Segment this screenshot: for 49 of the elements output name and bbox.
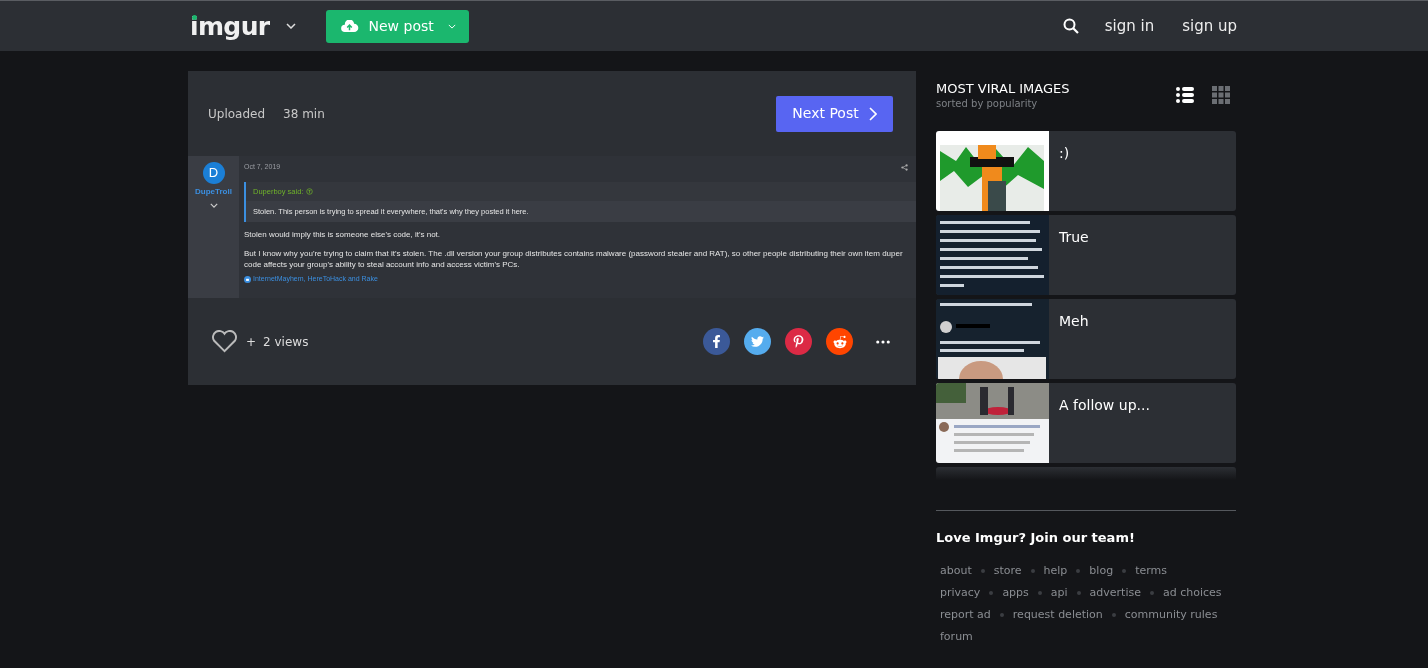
uploaded-label: Uploaded	[208, 105, 266, 123]
author-name: DupeTroll	[195, 186, 232, 198]
sign-up-link[interactable]: sign up	[1182, 14, 1237, 38]
grid-view-icon[interactable]	[1212, 86, 1230, 104]
footer-link[interactable]: about	[940, 562, 972, 579]
pinterest-icon[interactable]	[785, 328, 812, 355]
caret-icon[interactable]	[285, 23, 296, 29]
footer-link[interactable]: report ad	[940, 606, 991, 623]
sign-in-link[interactable]: sign in	[1104, 14, 1155, 38]
facebook-icon[interactable]	[703, 328, 730, 355]
footer-link[interactable]: apps	[1002, 584, 1029, 601]
footer-link[interactable]: forum	[940, 628, 973, 645]
viral-image-card[interactable]: A follow up...	[936, 383, 1236, 463]
join-team-heading[interactable]: Love Imgur? Join our team!	[936, 528, 1236, 548]
caret-icon	[209, 203, 218, 208]
post-paragraph: Stolen would imply this is someone else's code, it's not.	[244, 229, 442, 240]
footer-link[interactable]: api	[1050, 584, 1068, 601]
next-post-button[interactable]: Next Post	[776, 95, 893, 132]
viral-image-card[interactable]: True	[936, 215, 1236, 295]
post-paragraph: But I know why you're trying to claim that it's stolen. The .dll version your group distributes contains malware (password stealer and RAT), so other people distributing their own item duper code affects your group's ability to steal account info and access victim's PCs.	[244, 248, 904, 270]
footer-link[interactable]: terms	[1135, 562, 1167, 579]
viral-image-card[interactable]: Meh	[936, 299, 1236, 379]
footer-link[interactable]: blog	[1089, 562, 1114, 579]
chevron-right-icon	[868, 106, 877, 121]
footer-link[interactable]: privacy	[940, 584, 981, 601]
footer-link[interactable]: advertise	[1089, 584, 1141, 601]
upload-time: 38 min	[283, 105, 325, 123]
caret-icon	[447, 23, 456, 29]
twitter-icon[interactable]	[744, 328, 771, 355]
logo[interactable]: imgur	[190, 13, 270, 39]
section-title: MOST VIRAL IMAGES	[936, 81, 1070, 97]
heart-icon[interactable]	[211, 330, 238, 353]
list-view-icon[interactable]	[1176, 86, 1194, 104]
footer-link[interactable]: request deletion	[1012, 606, 1103, 623]
footer-link[interactable]: ad choices	[1163, 584, 1222, 601]
arrow-up-icon	[306, 187, 314, 195]
footer-link[interactable]: community rules	[1124, 606, 1218, 623]
upload-cloud-icon	[339, 19, 359, 33]
search-icon[interactable]	[1062, 18, 1079, 34]
reddit-icon[interactable]	[826, 328, 853, 355]
footer-link[interactable]: store	[993, 562, 1022, 579]
viral-image-card[interactable]: :)	[936, 131, 1236, 211]
avatar: D	[202, 162, 225, 184]
section-subtitle: sorted by popularity	[936, 97, 1039, 111]
view-count: 2 views	[263, 333, 309, 351]
more-icon[interactable]	[876, 339, 890, 344]
share-icon	[901, 163, 908, 171]
footer-link[interactable]: help	[1043, 562, 1068, 579]
plus-sign: +	[246, 333, 257, 351]
